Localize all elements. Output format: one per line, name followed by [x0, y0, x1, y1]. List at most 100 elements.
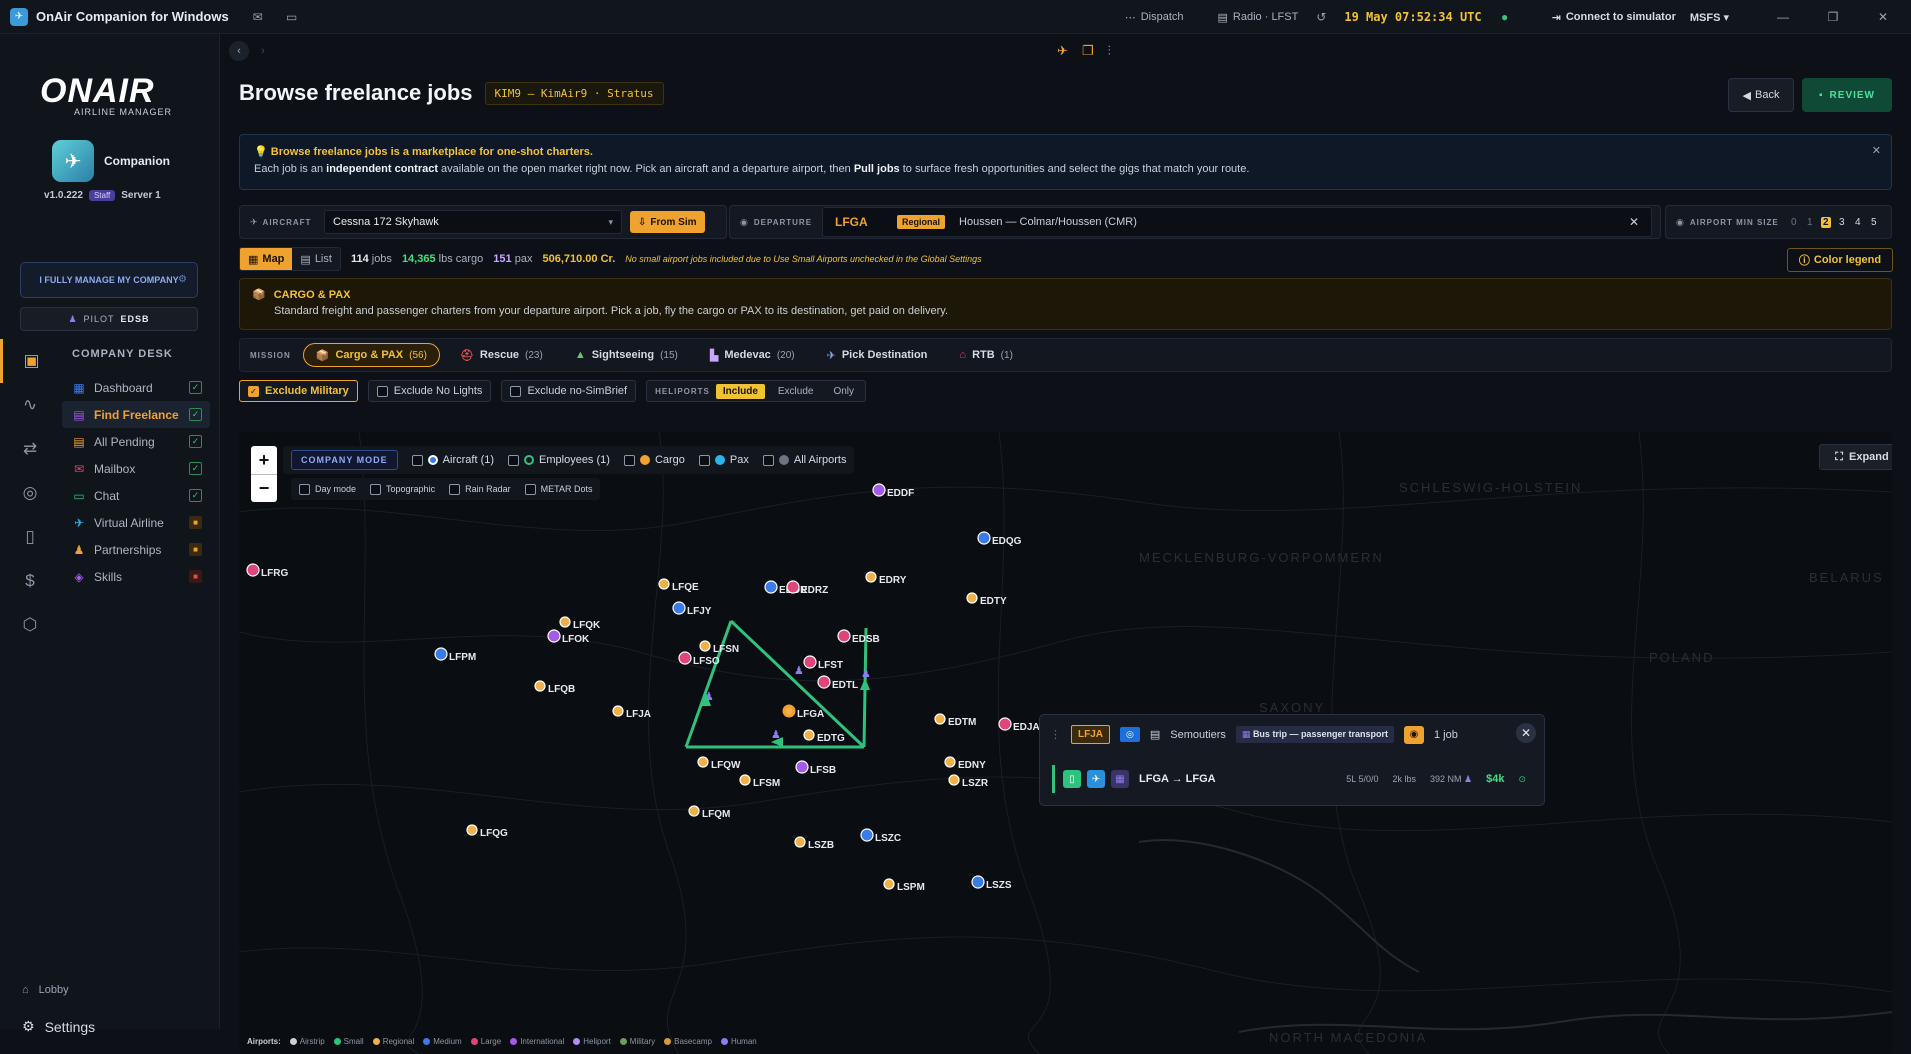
sidebar-item-virtual-airline[interactable]: ✈ Virtual Airline ■ [62, 509, 210, 536]
layer-aircraft[interactable]: Aircraft (1) [411, 454, 494, 466]
airport-marker-edry[interactable]: EDRY [865, 571, 907, 586]
layer-employees[interactable]: Employees (1) [508, 454, 610, 466]
airport-marker-lfpm[interactable]: LFPM [434, 647, 476, 663]
size-option-5[interactable]: 5 [1869, 217, 1879, 228]
sidebar-item-partnerships[interactable]: ♟ Partnerships ■ [62, 536, 210, 563]
globe-icon[interactable]: ◎ [0, 471, 60, 515]
airport-marker-lszr[interactable]: LSZR [948, 774, 989, 789]
airport-marker-lfqe[interactable]: LFQE [658, 578, 699, 593]
sidebar-item-dashboard[interactable]: ▦ Dashboard ✓ [62, 374, 210, 401]
metar-dots-toggle[interactable]: METAR Dots [524, 483, 592, 495]
airport-marker-lszs[interactable]: LSZS [971, 875, 1012, 891]
sidebar-item-skills[interactable]: ◈ Skills ■ [62, 563, 210, 590]
review-button[interactable]: ▪ REVIEW [1802, 78, 1892, 112]
maximize-icon[interactable]: ❐ [1815, 10, 1851, 24]
sidebar-item-mailbox[interactable]: ✉ Mailbox ✓ [62, 455, 210, 482]
list-view-button[interactable]: ▤ List [292, 248, 340, 270]
eye-icon[interactable]: ◉ [1403, 725, 1424, 744]
airport-marker-edty[interactable]: EDTY [966, 592, 1007, 607]
dollar-icon[interactable]: $ [0, 559, 60, 603]
lobby-link[interactable]: ⌂ Lobby [22, 984, 69, 996]
connect-sim-button[interactable]: ⇥ Connect to simulator [1552, 11, 1676, 24]
tab-rtb[interactable]: ⌂ RTB (1) [947, 343, 1025, 367]
back-button[interactable]: ◀ Back [1728, 78, 1794, 112]
job-popup[interactable]: ⋮ LFJA ◎ ▤ Semoutiers ▦ Bus trip — passe… [1039, 714, 1545, 806]
expand-map-button[interactable]: ⛶ Expand [1819, 444, 1892, 470]
sim-select[interactable]: MSFS ▾ [1690, 11, 1729, 24]
airport-marker-lfsb[interactable]: LFSB [795, 760, 836, 776]
forward-arrow-icon[interactable]: › [253, 41, 273, 61]
pilot-button[interactable]: ♟ PILOT EDSB [20, 307, 198, 331]
accept-icon[interactable]: ⊙ [1518, 774, 1526, 785]
zoom-out-button[interactable]: − [251, 474, 277, 502]
airport-marker-edtl[interactable]: EDTL [817, 675, 858, 691]
tab-medevac[interactable]: ▙ Medevac (20) [698, 343, 807, 367]
airport-marker-lfqm[interactable]: LFQM [688, 805, 730, 820]
topographic-toggle[interactable]: Topographic [370, 483, 435, 495]
airport-marker-edny[interactable]: EDNY [944, 756, 986, 771]
airport-marker-lszc[interactable]: LSZC [860, 828, 901, 844]
close-icon[interactable]: ✕ [1516, 723, 1536, 743]
airport-marker-lfst[interactable]: LFST [803, 655, 843, 671]
size-option-1[interactable]: 1 [1805, 217, 1815, 228]
map-view-button[interactable]: ▦ Map [240, 248, 293, 270]
plane-tool-icon[interactable]: ✈ [1057, 43, 1068, 59]
day-mode-toggle[interactable]: Day mode [299, 483, 356, 495]
manage-company-button[interactable]: I FULLY MANAGE MY COMPANY ⚙ [20, 262, 198, 298]
size-option-2[interactable]: 2 [1820, 216, 1831, 228]
departure-field[interactable]: LFGA Regional Houssen — Colmar/Houssen (… [822, 207, 1652, 237]
briefcase-icon[interactable]: ▣ [0, 339, 60, 383]
airport-marker-edqg[interactable]: EDQG [977, 531, 1022, 547]
size-option-3[interactable]: 3 [1837, 217, 1847, 228]
airport-marker-lfqg[interactable]: LFQG [466, 824, 508, 839]
airport-marker-edtg[interactable]: EDTG [803, 729, 845, 744]
exclude-military-toggle[interactable]: ✓ Exclude Military [239, 380, 358, 402]
airport-marker-edja[interactable]: EDJA [998, 717, 1040, 733]
map-view[interactable]: SCHLESWIG-HOLSTEIN MECKLENBURG-VORPOMMER… [239, 432, 1892, 1054]
airport-marker-lfja[interactable]: LFJA [612, 705, 651, 720]
aircraft-select[interactable]: Cessna 172 Skyhawk ▾ [324, 210, 622, 234]
drag-handle-icon[interactable]: ⋮ [1050, 728, 1061, 741]
chat-icon[interactable]: ▭ [283, 8, 301, 26]
size-option-0[interactable]: 0 [1789, 217, 1799, 228]
airport-marker-lfok[interactable]: LFOK [547, 629, 590, 645]
tab-rescue[interactable]: ⛑ Rescue (23) [448, 343, 555, 367]
layer-cargo[interactable]: Cargo [623, 454, 685, 466]
airport-marker-lfsn[interactable]: LFSN [699, 640, 739, 655]
airport-marker-edtm[interactable]: EDTM [934, 713, 976, 728]
exclude-no-lights-toggle[interactable]: Exclude No Lights [367, 380, 492, 402]
tab-pick-destination[interactable]: ✈ Pick Destination [815, 343, 940, 367]
radio-button[interactable]: ▤ Radio · LFST [1218, 11, 1299, 24]
layer-pax[interactable]: Pax [698, 454, 749, 466]
airport-marker-lfqk[interactable]: LFQK [559, 616, 601, 631]
heliports-include[interactable]: Include [715, 383, 765, 399]
sidebar-item-all-pending[interactable]: ▤ All Pending ✓ [62, 428, 210, 455]
layer-all-airports[interactable]: All Airports [762, 454, 846, 466]
sidebar-item-find-freelance[interactable]: ▤ Find Freelance ✓ [62, 401, 210, 428]
from-sim-button[interactable]: ⇩ From Sim [630, 211, 705, 233]
airport-marker-lfsm[interactable]: LFSM [739, 774, 780, 789]
refresh-icon[interactable]: ↺ [1312, 8, 1330, 26]
airport-marker-lspm[interactable]: LSPM [883, 878, 925, 893]
airport-marker-lfrg[interactable]: LFRG [246, 563, 288, 579]
box-icon[interactable]: ⬡ [0, 603, 60, 647]
color-legend-button[interactable]: ⓘ Color legend [1787, 248, 1893, 272]
close-icon[interactable]: ✕ [1872, 144, 1881, 157]
tab-cargo-pax[interactable]: 📦 Cargo & PAX (56) [302, 343, 440, 367]
airport-marker-edsb[interactable]: EDSB [837, 629, 880, 645]
tab-sightseeing[interactable]: ▲ Sightseeing (15) [563, 343, 690, 367]
airport-marker-lszb[interactable]: LSZB [794, 836, 834, 851]
exclude-no-simbrief-toggle[interactable]: Exclude no-SimBrief [501, 380, 637, 402]
heliports-exclude[interactable]: Exclude [771, 384, 821, 399]
zoom-in-button[interactable]: + [251, 446, 277, 474]
airport-marker-lfqw[interactable]: LFQW [697, 756, 741, 771]
minimize-icon[interactable]: — [1765, 10, 1801, 24]
rain-radar-toggle[interactable]: Rain Radar [449, 483, 511, 495]
job-row[interactable]: ▯ ✈ ▦ LFGA → LFGA 5L 5/0/0 2k lbs 392 NM… [1052, 765, 1534, 793]
airport-marker-eddf[interactable]: EDDF [872, 483, 914, 499]
airport-marker-lfga[interactable]: LFGA [782, 704, 824, 720]
mail-icon[interactable]: ✉ [249, 8, 267, 26]
airport-marker-lfqb[interactable]: LFQB [534, 680, 575, 695]
activity-icon[interactable]: ∿ [0, 383, 60, 427]
clear-icon[interactable]: ✕ [1629, 215, 1639, 229]
